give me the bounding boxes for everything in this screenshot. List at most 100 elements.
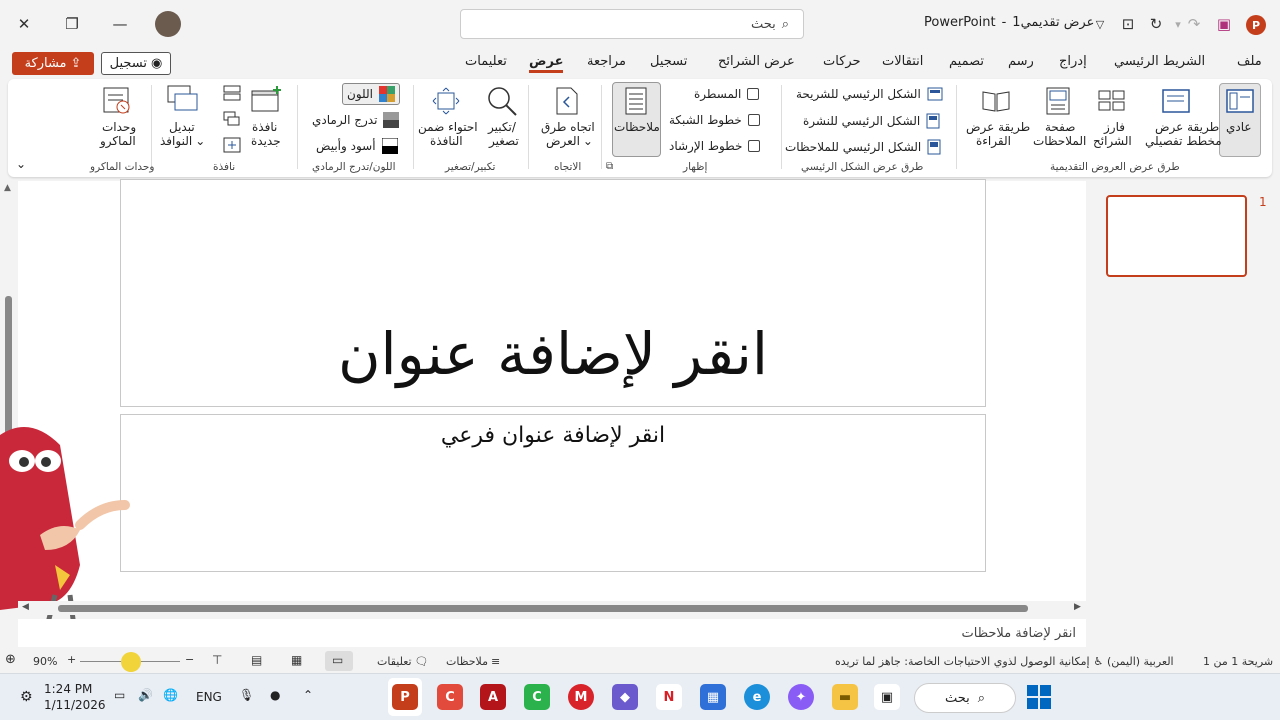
- guides-check-box[interactable]: [748, 140, 761, 152]
- volume-icon[interactable]: 🔊: [138, 688, 153, 702]
- network-icon[interactable]: 🌐: [163, 688, 178, 702]
- new-window-icon[interactable]: [251, 85, 283, 113]
- reading-view-status-icon[interactable]: ▤: [251, 653, 262, 667]
- ruler-check-box[interactable]: [747, 88, 760, 100]
- notes-master-button[interactable]: الشكل الرئيسي للملاحظات: [785, 139, 941, 155]
- tab-view[interactable]: عرض: [529, 54, 564, 73]
- outline-view-icon[interactable]: [1162, 89, 1190, 113]
- title-placeholder[interactable]: انقر لإضافة عنوان: [120, 179, 986, 407]
- color-button[interactable]: اللون: [342, 83, 400, 105]
- notes-master-label: الشكل الرئيسي للملاحظات: [785, 140, 922, 154]
- dialog-launcher-icon[interactable]: ⧉: [606, 161, 613, 172]
- language-status[interactable]: العربية (اليمن): [1107, 655, 1174, 668]
- macros-icon[interactable]: [103, 87, 131, 115]
- settings-icon[interactable]: ⚙: [20, 689, 33, 705]
- close-icon[interactable]: ✕: [10, 10, 38, 38]
- handout-master-button[interactable]: الشكل الرئيسي للنشرة: [803, 113, 940, 129]
- slide-thumbnail[interactable]: [1106, 195, 1247, 277]
- reading-view-icon[interactable]: [981, 89, 1011, 113]
- zoom-icon[interactable]: [485, 85, 519, 117]
- taskbar-search[interactable]: بحث ⌕: [914, 683, 1016, 713]
- presentation-views-group-label: طرق عرض العروض التقديمية: [1050, 161, 1180, 173]
- slide-master-button[interactable]: الشكل الرئيسي للشريحة: [796, 87, 943, 101]
- grayscale-button[interactable]: تدرج الرمادي: [312, 112, 400, 128]
- move-split-icon[interactable]: [223, 137, 241, 153]
- notes-pane[interactable]: انقر لإضافة ملاحظات: [18, 619, 1086, 647]
- zoom-out-icon[interactable]: −: [185, 653, 194, 666]
- clock-time[interactable]: 1:24 PM: [44, 682, 92, 696]
- slide-info[interactable]: شريحة 1 من 1: [1203, 655, 1273, 668]
- tab-animations[interactable]: حركات: [823, 54, 861, 69]
- scroll-right-icon[interactable]: ▶: [1074, 602, 1081, 612]
- recording-icon[interactable]: ●: [270, 688, 280, 702]
- restore-icon[interactable]: ❐: [58, 10, 86, 38]
- tab-home[interactable]: الشريط الرئيسي: [1114, 54, 1205, 69]
- tab-draw[interactable]: رسم: [1008, 54, 1034, 69]
- horizontal-scrollbar[interactable]: ◀ ▶: [18, 601, 1086, 615]
- tab-slideshow[interactable]: عرض الشرائح: [718, 54, 795, 69]
- comments-status-button[interactable]: تعليقات 🗨: [377, 655, 429, 668]
- zoom-level[interactable]: 90%: [33, 655, 57, 668]
- edge-icon[interactable]: e: [744, 684, 770, 710]
- redo-icon[interactable]: ↷: [1180, 10, 1208, 38]
- search-box[interactable]: بحث ⌕: [460, 9, 804, 39]
- tab-design[interactable]: تصميم: [949, 54, 984, 69]
- app-m-icon[interactable]: M: [568, 684, 594, 710]
- slideshow-status-icon[interactable]: ⊤: [212, 653, 222, 667]
- tab-file[interactable]: ملف: [1237, 54, 1262, 69]
- scroll-up-icon[interactable]: ▲: [4, 183, 11, 193]
- minimize-icon[interactable]: —: [106, 10, 134, 38]
- zoom-slider-thumb[interactable]: [121, 652, 141, 672]
- subtitle-placeholder[interactable]: انقر لإضافة عنوان فرعي: [120, 414, 986, 572]
- normal-view-icon: [1226, 89, 1254, 113]
- scroll-left-icon[interactable]: ◀: [22, 602, 29, 612]
- netflix-icon[interactable]: N: [656, 684, 682, 710]
- slide-sorter-icon[interactable]: [1098, 89, 1126, 113]
- gridlines-check-box[interactable]: [747, 114, 760, 126]
- microphone-icon[interactable]: 🎙: [239, 688, 254, 702]
- ribbon-collapse-icon[interactable]: ⌄: [16, 157, 26, 171]
- windows-start-icon[interactable]: [1027, 685, 1051, 709]
- black-white-button[interactable]: أسود وأبيض: [316, 138, 398, 154]
- slide-sorter-status-icon[interactable]: ▦: [291, 653, 302, 667]
- microsoft365-icon[interactable]: ◆: [612, 684, 638, 710]
- h-scroll-thumb[interactable]: [58, 605, 1028, 612]
- app-window-icon[interactable]: ▣: [874, 684, 900, 710]
- zoom-in-icon[interactable]: +: [67, 653, 76, 666]
- tab-insert[interactable]: إدراج: [1059, 54, 1087, 69]
- tab-record[interactable]: تسجيل: [650, 54, 687, 69]
- avatar[interactable]: [155, 11, 181, 37]
- powerpoint-taskbar-icon[interactable]: P: [392, 684, 418, 710]
- notes-status-button[interactable]: ملاحظات ≡: [446, 655, 500, 668]
- notes-page-icon[interactable]: [1046, 87, 1070, 115]
- language-indicator[interactable]: ENG: [196, 690, 222, 704]
- store-icon[interactable]: ▦: [700, 684, 726, 710]
- save-icon[interactable]: ▣: [1210, 10, 1238, 38]
- fit-slide-icon[interactable]: ⊕: [5, 652, 16, 667]
- document-name: عرض تقديمي1: [1012, 15, 1095, 30]
- chevron-down-icon[interactable]: ▽: [1086, 10, 1114, 38]
- tab-help[interactable]: تعليمات: [465, 54, 507, 69]
- app-green-c-icon[interactable]: C: [524, 684, 550, 710]
- copilot-icon[interactable]: ✦: [788, 684, 814, 710]
- chevron-up-icon[interactable]: ⌃: [303, 688, 313, 702]
- share-button[interactable]: مشاركة ⇪: [12, 52, 94, 75]
- app-red-c-icon[interactable]: C: [437, 684, 463, 710]
- record-button[interactable]: تسجيل ◉: [101, 52, 171, 75]
- ruler-checkbox[interactable]: المسطرة: [694, 87, 760, 101]
- tab-review[interactable]: مراجعة: [587, 54, 626, 69]
- cascade-icon[interactable]: [223, 111, 241, 127]
- guides-checkbox[interactable]: خطوط الإرشاد: [669, 139, 761, 153]
- switch-windows-icon[interactable]: [167, 85, 199, 113]
- gridlines-checkbox[interactable]: خطوط الشبكة: [669, 113, 760, 127]
- acrobat-icon[interactable]: A: [480, 684, 506, 710]
- accessibility-status[interactable]: إمكانية الوصول لذوي الاحتياجات الخاصة: ج…: [835, 655, 1103, 668]
- present-icon[interactable]: ⊡: [1114, 10, 1142, 38]
- arrange-all-icon[interactable]: [223, 85, 241, 101]
- file-explorer-icon[interactable]: ▬: [832, 684, 858, 710]
- battery-icon[interactable]: ▭: [114, 688, 125, 702]
- tab-transitions[interactable]: انتقالات: [882, 54, 923, 69]
- clock-date[interactable]: 1/11/2026: [44, 698, 106, 712]
- direction-icon[interactable]: [556, 87, 578, 115]
- fit-to-window-icon[interactable]: [432, 87, 460, 115]
